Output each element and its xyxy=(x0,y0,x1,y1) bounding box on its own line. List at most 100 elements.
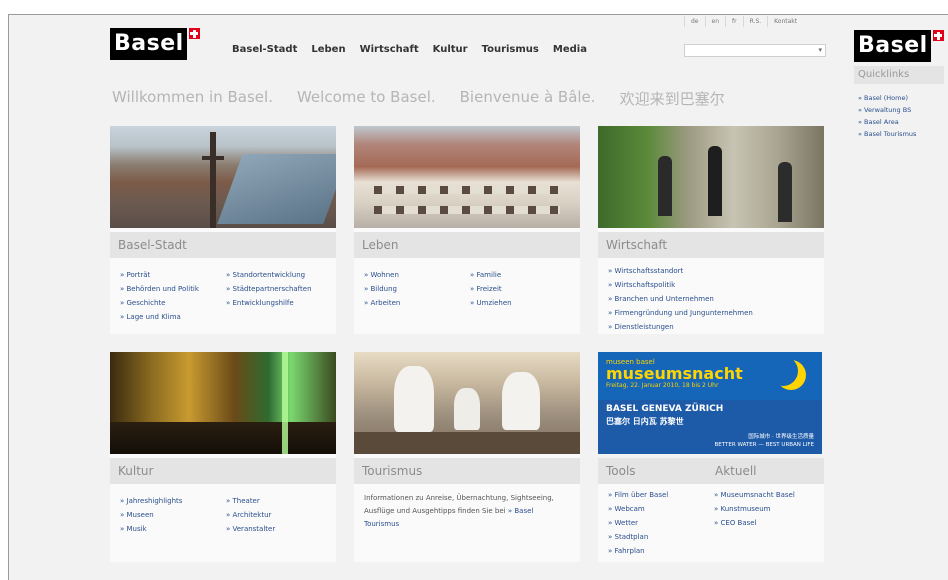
photo-ice-fountain[interactable] xyxy=(354,352,580,454)
link-list: » Porträt » Behörden und Politik » Gesch… xyxy=(110,258,336,330)
link-item[interactable]: » Wetter xyxy=(608,516,708,530)
photo-business-people[interactable] xyxy=(598,126,824,228)
search-input[interactable]: ▾ xyxy=(684,44,826,57)
link-item[interactable]: » Museumsnacht Basel xyxy=(714,488,814,502)
link-item[interactable]: » Standortentwicklung xyxy=(226,268,326,282)
link-item[interactable]: » Film über Basel xyxy=(608,488,708,502)
basel-logo[interactable]: Basel xyxy=(110,28,200,60)
nav-wirtschaft[interactable]: Wirtschaft xyxy=(360,44,419,55)
river-shape xyxy=(217,154,336,224)
photo-basel-city[interactable] xyxy=(110,126,336,228)
link-item[interactable]: » Branchen und Unternehmen xyxy=(608,292,814,306)
quicklinks-list: » Basel (Home) » Verwaltung BS » Basel A… xyxy=(854,84,944,144)
link-item[interactable]: » Architektur xyxy=(226,508,326,522)
section-title: Tourismus xyxy=(362,464,423,478)
link-item[interactable]: » Lage und Klima xyxy=(120,310,220,324)
ice-shape xyxy=(394,366,434,432)
photo-rooftops[interactable] xyxy=(354,126,580,228)
section-header[interactable]: Kultur xyxy=(110,458,336,484)
link-list: » Film über Basel » Webcam » Wetter » St… xyxy=(598,484,824,564)
banner-tagline: 国际城市 · 世界级生活质量 BETTER WATER — BEST URBAN… xyxy=(606,433,814,449)
section-header[interactable]: Basel-Stadt xyxy=(110,232,336,258)
tower-shape xyxy=(210,132,216,228)
quicklinks-logo[interactable]: Basel xyxy=(854,30,944,62)
museumsnacht-banner[interactable]: museen basel museumsnacht Freitag, 22. J… xyxy=(598,352,822,454)
lang-fr[interactable]: fr xyxy=(725,16,743,27)
section-header[interactable]: Tourismus xyxy=(354,458,580,484)
link-item[interactable]: » Webcam xyxy=(608,502,708,516)
link-item[interactable]: » Fahrplan xyxy=(608,544,708,558)
section-title: Basel-Stadt xyxy=(118,238,187,252)
banner-cities-cn: 巴塞尔 日内瓦 苏黎世 xyxy=(606,417,684,426)
banner-cities: BASEL GENEVA ZÜRICH xyxy=(606,404,724,414)
welcome-fr: Bienvenue à Bâle. xyxy=(459,88,596,106)
link-item[interactable]: » Familie xyxy=(470,268,570,282)
quicklinks-title: Quicklinks xyxy=(854,66,944,84)
link-item[interactable]: » Wohnen xyxy=(364,268,464,282)
link-item[interactable]: » Firmengründung und Jungunternehmen xyxy=(608,306,814,320)
nav-kultur[interactable]: Kultur xyxy=(433,44,468,55)
welcome-en: Welcome to Basel. xyxy=(296,88,436,106)
section-header[interactable]: Leben xyxy=(354,232,580,258)
tools-title[interactable]: Tools xyxy=(606,464,715,478)
swiss-flag-icon xyxy=(932,30,944,41)
lang-rs[interactable]: R.S. xyxy=(742,16,768,27)
link-item[interactable]: » Porträt xyxy=(120,268,220,282)
lang-kontakt[interactable]: Kontakt xyxy=(767,16,803,27)
quicklink-item[interactable]: » Basel (Home) xyxy=(858,92,942,104)
link-list: » Jahreshighlights » Museen » Musik » Th… xyxy=(110,484,336,542)
lang-en[interactable]: en xyxy=(704,16,726,27)
lang-de[interactable]: de xyxy=(684,16,705,27)
tagline-1: 国际城市 · 世界级生活质量 xyxy=(748,434,814,440)
card-tourismus: Tourismus Informationen zu Anreise, Über… xyxy=(354,352,580,562)
link-item[interactable]: » Wirtschaftspolitik xyxy=(608,278,814,292)
banner-bottom: BASEL GENEVA ZÜRICH 巴塞尔 日内瓦 苏黎世 国际城市 · 世… xyxy=(598,400,822,453)
section-header[interactable]: Wirtschaft xyxy=(598,232,824,258)
link-item[interactable]: » Geschichte xyxy=(120,296,220,310)
quicklink-item[interactable]: » Basel Area xyxy=(858,116,942,128)
link-item[interactable]: » Umziehen xyxy=(470,296,570,310)
link-item[interactable]: » Museen xyxy=(120,508,220,522)
swiss-flag-icon xyxy=(188,28,200,39)
card-kultur: Kultur » Jahreshighlights » Museen » Mus… xyxy=(110,352,336,562)
link-item[interactable]: » Arbeiten xyxy=(364,296,464,310)
person-shape xyxy=(658,156,672,216)
section-header: Tools Aktuell xyxy=(598,458,824,484)
crowd-shape xyxy=(110,422,336,454)
link-item[interactable]: » Jahreshighlights xyxy=(120,494,220,508)
windows-row xyxy=(374,186,560,194)
link-item[interactable]: » Freizeit xyxy=(470,282,570,296)
tourismus-description: Informationen zu Anreise, Übernachtung, … xyxy=(354,484,580,539)
card-tools-aktuell: Tools Aktuell » Film über Basel » Webcam… xyxy=(598,458,824,562)
nav-basel-stadt[interactable]: Basel-Stadt xyxy=(232,44,297,55)
link-item[interactable]: » CEO Basel xyxy=(714,516,814,530)
nav-media[interactable]: Media xyxy=(553,44,587,55)
banner-top: museen basel museumsnacht Freitag, 22. J… xyxy=(598,352,822,400)
link-item[interactable]: » Bildung xyxy=(364,282,464,296)
link-item[interactable]: » Stadtplan xyxy=(608,530,708,544)
main-nav: Basel-Stadt Leben Wirtschaft Kultur Tour… xyxy=(232,44,587,55)
link-item[interactable]: » Kunstmuseum xyxy=(714,502,814,516)
link-item[interactable]: » Städtepartnerschaften xyxy=(226,282,326,296)
photo-night-square[interactable] xyxy=(110,352,336,454)
windows-row xyxy=(374,206,560,214)
light-column xyxy=(282,352,288,454)
ice-shape xyxy=(502,372,540,430)
link-item[interactable]: » Veranstalter xyxy=(226,522,326,536)
aktuell-title[interactable]: Aktuell xyxy=(715,464,824,478)
link-item[interactable]: » Dienstleistungen xyxy=(608,320,814,334)
link-item[interactable]: » Entwicklungshilfe xyxy=(226,296,326,310)
nav-leben[interactable]: Leben xyxy=(311,44,345,55)
link-item[interactable]: » Musik xyxy=(120,522,220,536)
link-item[interactable]: » Wirtschaftsstandort xyxy=(608,264,814,278)
link-item[interactable]: » Theater xyxy=(226,494,326,508)
welcome-zh: 欢迎来到巴塞尔 xyxy=(619,90,725,108)
welcome-banner: Willkommen in Basel. Welcome to Basel. B… xyxy=(112,88,725,109)
section-title: Kultur xyxy=(118,464,154,478)
quicklink-item[interactable]: » Verwaltung BS xyxy=(858,104,942,116)
link-item[interactable]: » Behörden und Politik xyxy=(120,282,220,296)
nav-tourismus[interactable]: Tourismus xyxy=(482,44,539,55)
cross-shape xyxy=(202,156,224,160)
card-wirtschaft: Wirtschaft » Wirtschaftsstandort » Wirts… xyxy=(598,126,824,334)
quicklink-item[interactable]: » Basel Tourismus xyxy=(858,128,942,140)
